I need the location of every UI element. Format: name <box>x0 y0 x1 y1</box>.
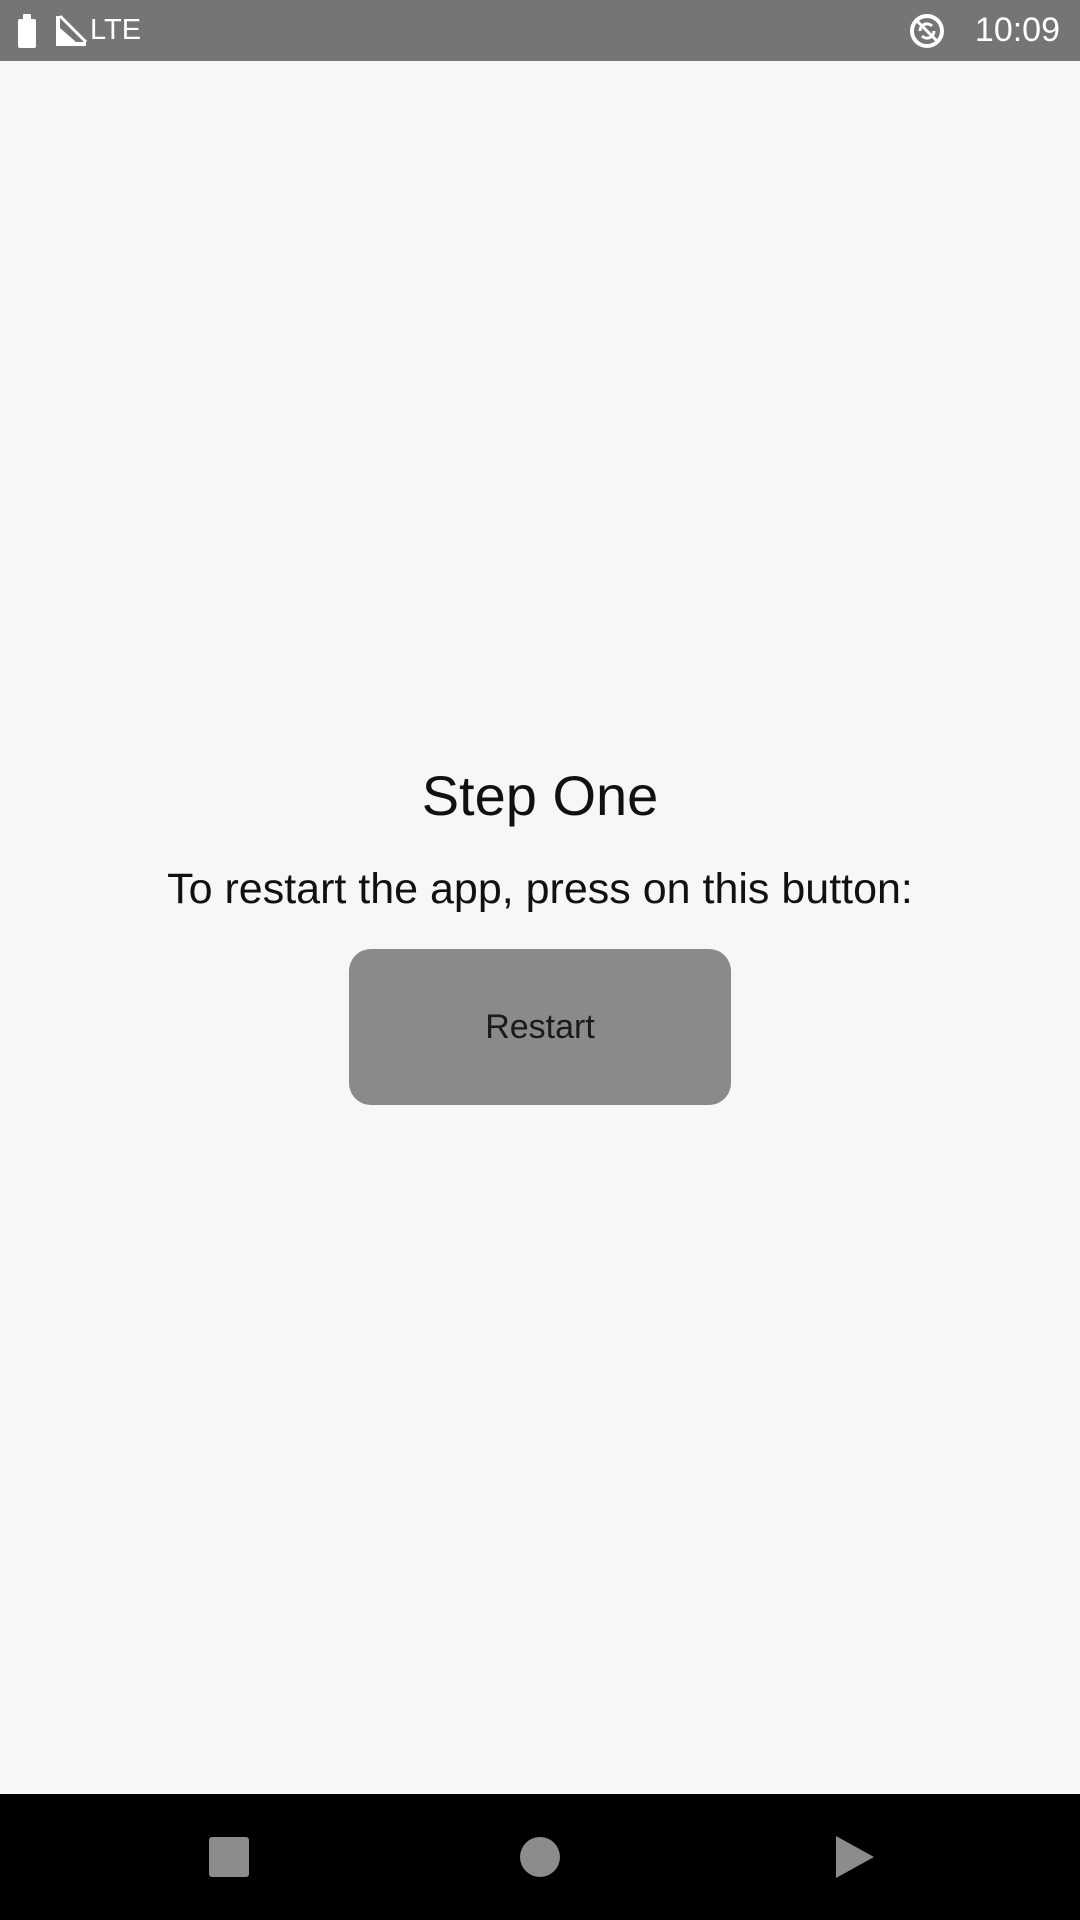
navigation-bar <box>0 1794 1080 1920</box>
status-left: LTE <box>18 0 141 61</box>
status-right: 10:09 <box>907 0 1060 61</box>
instruction-text: To restart the app, press on this button… <box>167 865 913 913</box>
restart-button[interactable]: Restart <box>349 949 731 1105</box>
signal-icon <box>56 14 88 46</box>
network-type-label: LTE <box>90 14 142 46</box>
home-icon[interactable] <box>520 1837 560 1877</box>
back-icon[interactable] <box>836 1836 874 1878</box>
battery-icon <box>18 13 36 48</box>
recents-icon[interactable] <box>209 1837 249 1877</box>
sync-icon <box>909 13 944 48</box>
clock: 10:09 <box>974 11 1060 49</box>
page-title: Step One <box>421 764 659 827</box>
status-bar: LTE 10:09 <box>0 0 1080 61</box>
main-content: Step One To restart the app, press on th… <box>0 61 1080 1794</box>
